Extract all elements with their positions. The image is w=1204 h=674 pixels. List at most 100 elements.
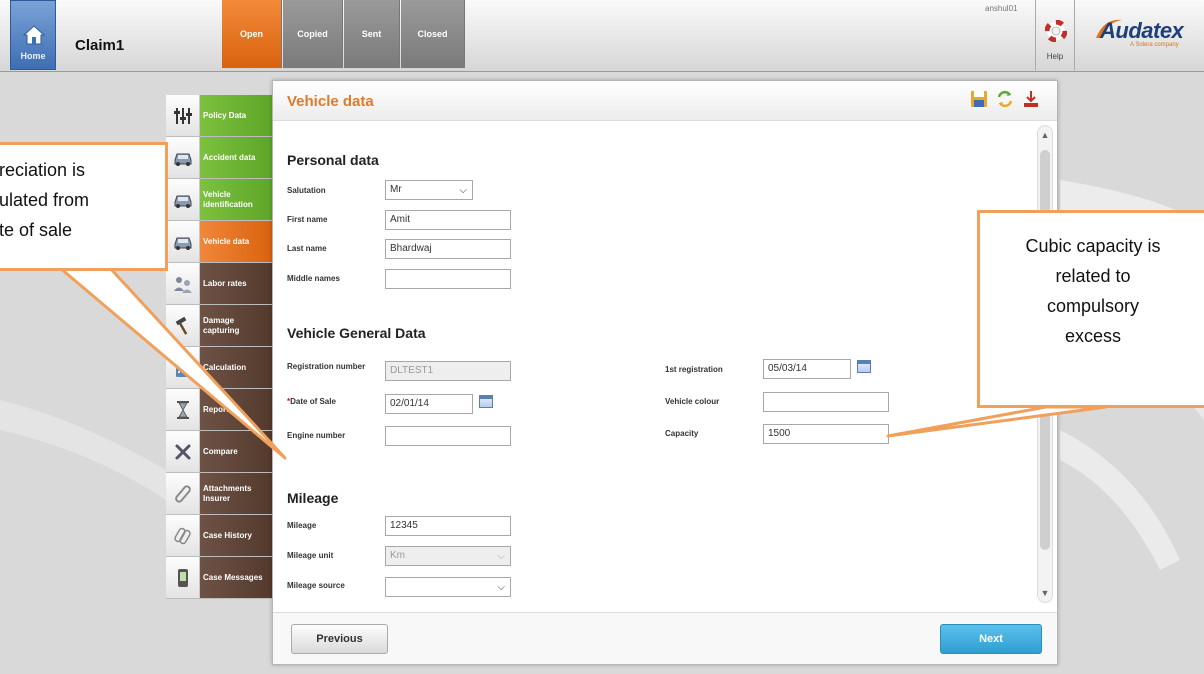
nav-label: Labor rates	[200, 263, 272, 304]
middle-names-field[interactable]	[385, 269, 511, 289]
callout-cubic-capacity: Cubic capacity is related to compulsory …	[977, 210, 1204, 408]
hammer-icon	[166, 305, 200, 346]
help-label: Help	[1046, 52, 1064, 61]
home-button[interactable]: Home	[10, 0, 56, 70]
nav-item-attachments-insurer[interactable]: Attachments Insurer	[166, 473, 272, 515]
capacity-label: Capacity	[665, 429, 699, 438]
mileage-label: Mileage	[287, 521, 317, 530]
next-button[interactable]: Next	[940, 624, 1042, 654]
previous-button[interactable]: Previous	[291, 624, 388, 654]
first-name-label: First name	[287, 215, 328, 224]
scroll-up-icon[interactable]: ▲	[1040, 130, 1050, 140]
save-icon[interactable]	[969, 89, 989, 109]
hourglass-icon	[166, 389, 200, 430]
section-vehicle-general-data: Vehicle General Data	[287, 325, 426, 341]
car-icon	[166, 137, 200, 178]
mileage-unit-select[interactable]: Km ⌵	[385, 546, 511, 566]
page-title: Vehicle data	[287, 93, 374, 110]
section-personal-data: Personal data	[287, 152, 379, 168]
callout-line: compulsory	[1046, 296, 1140, 316]
tools-icon	[166, 431, 200, 472]
capacity-field[interactable]: 1500	[763, 424, 889, 444]
nav-item-case-history[interactable]: Case History	[166, 515, 272, 557]
nav-label: Attachments Insurer	[200, 473, 272, 514]
pdf-icon[interactable]	[1021, 89, 1041, 109]
audatex-logo: Audatex	[1100, 18, 1184, 43]
nav-item-labor-rates[interactable]: Labor rates	[166, 263, 272, 305]
vehicle-colour-field[interactable]	[763, 392, 889, 412]
phone-icon	[166, 557, 200, 598]
nav-label: Reports	[200, 389, 272, 430]
logo-subtitle: A Solera company	[1130, 42, 1179, 48]
nav-label: Case Messages	[200, 557, 272, 598]
refresh-icon[interactable]	[995, 89, 1015, 109]
salutation-select[interactable]: Mr ⌵	[385, 180, 473, 200]
mileage-source-select[interactable]: ⌵	[385, 577, 511, 597]
callout-line: excess	[1064, 326, 1122, 346]
calendar-icon[interactable]	[479, 395, 493, 408]
nav-item-policy-data[interactable]: Policy Data	[166, 95, 272, 137]
first-name-field[interactable]: Amit	[385, 210, 511, 230]
nav-label: Damage capturing	[200, 305, 272, 346]
engine-number-field[interactable]	[385, 426, 511, 446]
chevron-down-icon: ⌵	[459, 185, 467, 196]
status-tab-copied[interactable]: Copied	[283, 0, 343, 68]
nav-label: Accident data	[200, 137, 272, 178]
mileage-source-label: Mileage source	[287, 581, 345, 590]
scroll-down-icon[interactable]: ▼	[1040, 588, 1050, 598]
step-navigation: Policy Data Accident data Vehicle identi…	[166, 95, 280, 599]
form-scroll-area[interactable]: Personal data Salutation Mr ⌵ First name…	[273, 122, 1057, 609]
status-tab-closed[interactable]: Closed	[401, 0, 465, 68]
paperclip-icon	[166, 473, 200, 514]
nav-item-damage-capturing[interactable]: Damage capturing	[166, 305, 272, 347]
registration-field[interactable]: DLTEST1	[385, 361, 511, 381]
engine-number-label: Engine number	[287, 431, 346, 440]
nav-item-case-messages[interactable]: Case Messages	[166, 557, 272, 599]
clips-icon	[166, 515, 200, 556]
status-tab-open[interactable]: Open	[222, 0, 282, 68]
home-label: Home	[20, 51, 46, 61]
nav-label: Case History	[200, 515, 272, 556]
nav-item-vehicle-data[interactable]: Vehicle data	[166, 221, 280, 263]
car-icon	[166, 179, 200, 220]
nav-item-calculation[interactable]: Calculation	[166, 347, 272, 389]
date-of-sale-label: *Date of Sale	[287, 397, 336, 406]
callout-line: te of sale	[0, 220, 73, 240]
section-mileage: Mileage	[287, 490, 339, 506]
calculator-icon	[166, 347, 200, 388]
nav-label: Calculation	[200, 347, 272, 388]
middle-names-label: Middle names	[287, 274, 340, 283]
panel-header: Vehicle data	[273, 81, 1057, 121]
vehicle-colour-label: Vehicle colour	[665, 397, 720, 406]
nav-item-accident-data[interactable]: Accident data	[166, 137, 272, 179]
callout-depreciation: reciation is ulated from te of sale	[0, 142, 168, 271]
calendar-icon[interactable]	[857, 360, 871, 373]
last-name-field[interactable]: Bhardwaj	[385, 239, 511, 259]
people-icon	[166, 263, 200, 304]
status-tab-sent[interactable]: Sent	[344, 0, 400, 68]
last-name-label: Last name	[287, 244, 327, 253]
chevron-down-icon: ⌵	[497, 551, 505, 562]
header-actions	[969, 89, 1041, 109]
mileage-field[interactable]: 12345	[385, 516, 511, 536]
date-of-sale-field[interactable]: 02/01/14	[385, 394, 473, 414]
salutation-label: Salutation	[287, 186, 326, 195]
nav-label: Policy Data	[200, 95, 272, 136]
claim-title: Claim1	[75, 37, 125, 54]
mileage-unit-label: Mileage unit	[287, 551, 334, 560]
first-registration-label: 1st registration	[665, 365, 723, 374]
first-registration-field[interactable]: 05/03/14	[763, 359, 851, 379]
nav-item-vehicle-identification[interactable]: Vehicle identification	[166, 179, 272, 221]
registration-label: Registration number	[287, 362, 366, 371]
callout-line: ulated from	[0, 190, 90, 210]
nav-label: Vehicle data	[200, 221, 272, 262]
vehicle-data-panel: Vehicle data Personal data Salutation Mr…	[272, 80, 1058, 665]
mileage-unit-value: Km	[390, 550, 405, 561]
user-name: anshul01	[985, 4, 1018, 13]
panel-footer: Previous Next	[273, 612, 1057, 664]
top-bar: Home Claim1 Open Copied Sent Closed ansh…	[0, 0, 1204, 72]
nav-item-compare[interactable]: Compare	[166, 431, 272, 473]
help-button[interactable]: Help	[1035, 0, 1075, 70]
sliders-icon	[166, 95, 200, 136]
nav-item-reports[interactable]: Reports	[166, 389, 272, 431]
